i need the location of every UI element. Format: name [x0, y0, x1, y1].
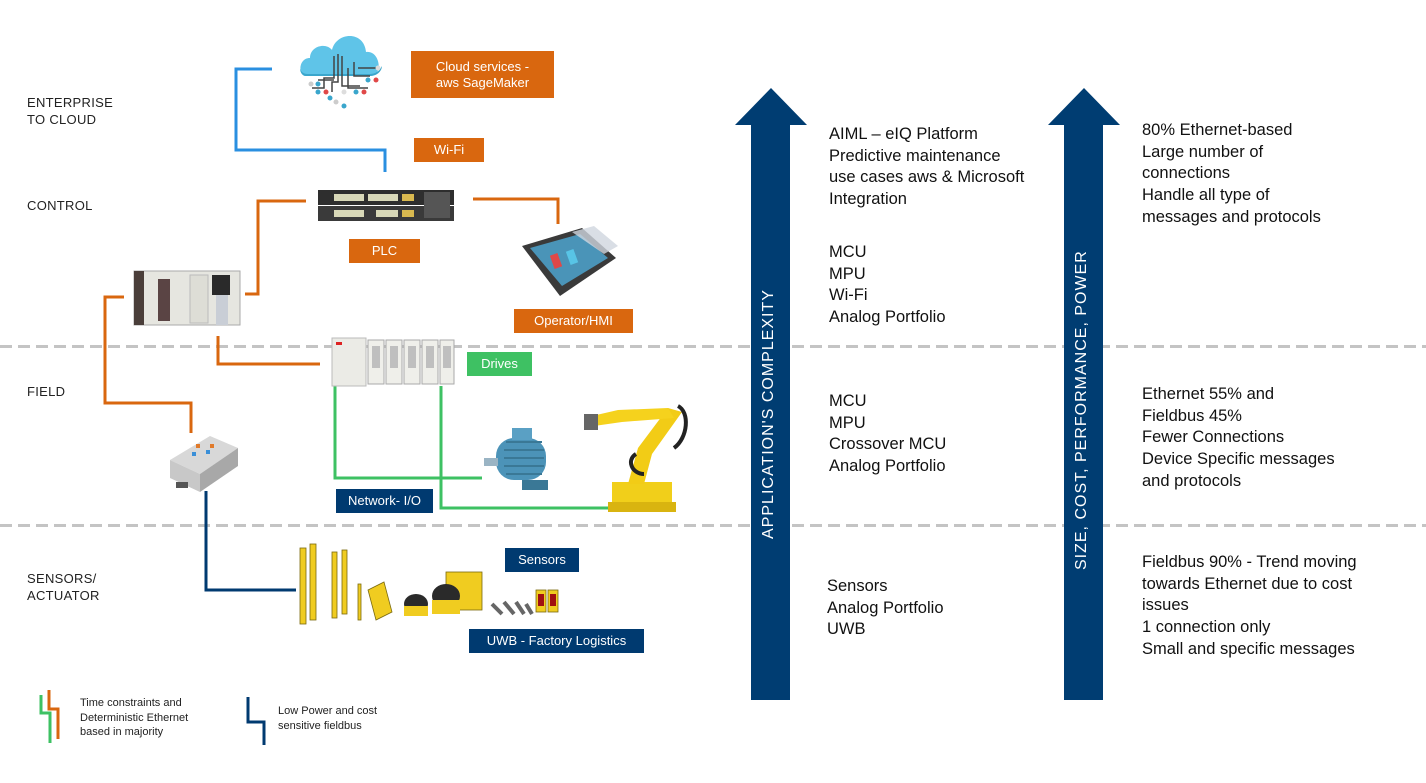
- legend-fieldbus-text: Low Power and cost sensitive fieldbus: [278, 705, 378, 732]
- industrial-robot-arm-icon: [584, 404, 688, 512]
- tag-uwb-factory-logistics: UWB - Factory Logistics: [469, 629, 644, 653]
- complexity-sensors-text: Sensors Analog Portfolio UWB: [827, 577, 944, 639]
- size-cost-performance-label: SIZE, COST, PERFORMANCE, POWER: [1073, 250, 1090, 570]
- complexity-enterprise-text: AIML – eIQ Platform Predictive maintenan…: [829, 125, 1025, 209]
- tag-cloud-services: Cloud services - aws SageMaker: [411, 51, 554, 98]
- complexity-control-text: MCU MPU Wi-Fi Analog Portfolio: [829, 243, 946, 327]
- network-top-text: 80% Ethernet-based Large number of conne…: [1142, 121, 1321, 226]
- tag-network-io: Network- I/O: [336, 489, 433, 513]
- navy-line-icon: [246, 697, 266, 745]
- tag-plc: PLC: [349, 239, 420, 263]
- application-complexity-label: APPLICATION'S COMPLEXITY: [760, 289, 777, 539]
- drive-modules-icon: [331, 337, 455, 387]
- tag-sensors: Sensors: [505, 548, 579, 572]
- ethernet-link-plc-drives: [216, 336, 320, 366]
- network-field-text: Ethernet 55% and Fieldbus 45% Fewer Conn…: [1142, 385, 1335, 490]
- electric-motor-icon: [484, 428, 548, 490]
- network-sensors-text: Fieldbus 90% - Trend moving towards Ethe…: [1142, 553, 1357, 658]
- level-label-field: FIELD: [27, 384, 66, 399]
- remote-io-module-icon: [170, 436, 238, 492]
- complexity-field-text: MCU MPU Crossover MCU Analog Portfolio: [829, 392, 947, 476]
- orange-green-line-icon: [39, 690, 60, 743]
- network-switch-icon: [318, 190, 454, 221]
- tag-operator-hmi: Operator/HMI: [514, 309, 633, 333]
- tag-drives: Drives: [467, 352, 532, 376]
- ethernet-link-switch-plc: [245, 199, 306, 296]
- hmi-panel-icon: [522, 226, 618, 296]
- plc-rack-icon: [133, 270, 241, 326]
- tag-wifi: Wi-Fi: [414, 138, 484, 162]
- cloud-icon: [300, 36, 382, 109]
- level-label-sensors: SENSORS/ ACTUATOR: [27, 571, 100, 603]
- level-label-enterprise: ENTERPRISE TO CLOUD: [27, 95, 114, 127]
- ethernet-link-switch-hmi: [473, 197, 560, 224]
- level-label-control: CONTROL: [27, 198, 93, 213]
- ethernet-link-drives-motor: [333, 386, 482, 480]
- fieldbus-link: [204, 491, 296, 592]
- legend-ethernet-text: Time constraints and Deterministic Ether…: [80, 697, 189, 738]
